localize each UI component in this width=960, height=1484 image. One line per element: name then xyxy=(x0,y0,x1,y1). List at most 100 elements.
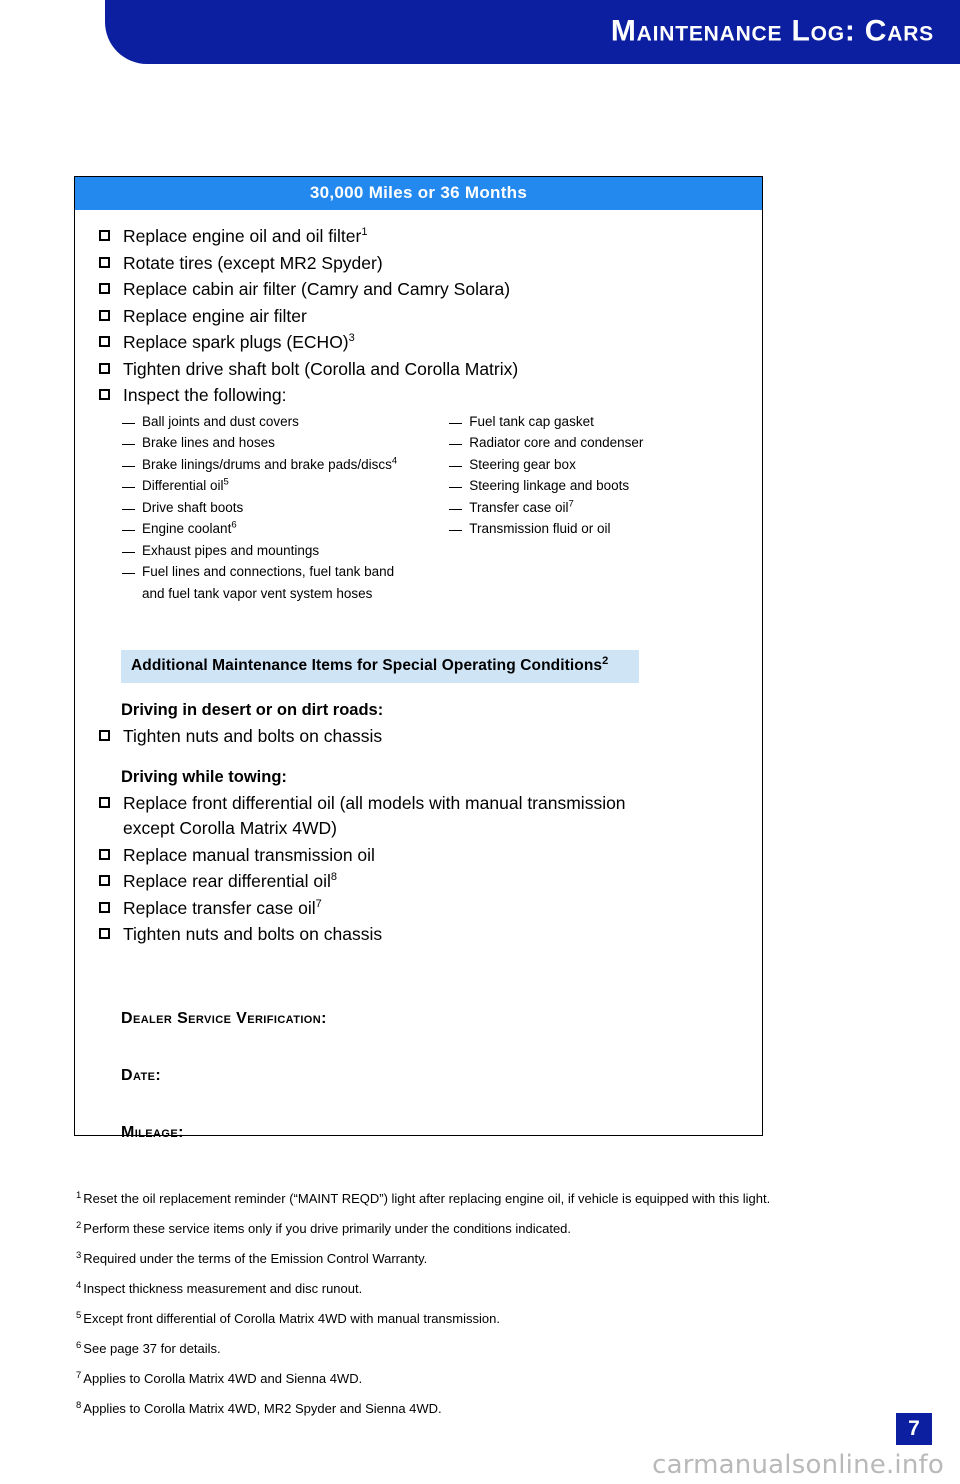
special-conditions-bar: Additional Maintenance Items for Special… xyxy=(121,650,639,683)
checkbox-icon[interactable] xyxy=(99,389,110,400)
inspect-item: Brake linings/drums and brake pads/discs… xyxy=(122,454,449,476)
inspect-label: Differential oil xyxy=(142,478,224,493)
inspect-label-continued: and fuel tank vapor vent system hoses xyxy=(142,585,373,601)
inspect-item: Engine coolant6 xyxy=(122,518,449,540)
log-table-body: Replace engine oil and oil filter1 Rotate… xyxy=(75,210,762,1142)
inspect-item: Differential oil5 xyxy=(122,475,449,497)
maintenance-item: Replace engine oil and oil filter1 xyxy=(99,224,738,250)
towing-label: Replace rear differential oil xyxy=(123,871,331,891)
blank-line-field[interactable] xyxy=(122,465,135,467)
checkbox-icon[interactable] xyxy=(99,309,110,321)
date-label: Date: xyxy=(121,1066,162,1084)
checkbox-icon[interactable] xyxy=(99,230,110,241)
checkbox-icon[interactable] xyxy=(99,256,110,268)
footnotes-section: 1 Reset the oil replacement reminder (“MA… xyxy=(76,1190,896,1430)
watermark: carmanualsonline.info xyxy=(652,1450,944,1480)
inspect-label: Drive shaft boots xyxy=(142,499,244,515)
footnote-ref: 1 xyxy=(361,226,368,239)
checkbox-icon[interactable] xyxy=(99,928,110,939)
footnote-ref: 3 xyxy=(348,332,355,345)
inspect-label: Transmission fluid or oil xyxy=(469,521,611,536)
inspect-item: Ball joints and dust covers xyxy=(122,411,449,433)
blank-line-field[interactable] xyxy=(449,508,463,510)
footnote-number: 4 xyxy=(76,1279,82,1291)
desert-label: Tighten nuts and bolts on chassis xyxy=(123,726,383,746)
maintenance-label: Rotate tires (except MR2 Spyder) xyxy=(123,252,383,273)
blank-line-field[interactable] xyxy=(449,444,463,445)
mileage-label: Mileage: xyxy=(121,1123,184,1141)
footnote-text: Required under the terms of the Emission… xyxy=(83,1251,428,1266)
page-title: Maintenance Log: Cars xyxy=(610,14,934,48)
footnote-ref: 8 xyxy=(330,871,337,884)
towing-item: Tighten nuts and bolts on chassis xyxy=(99,922,738,948)
inspect-item: Transmission fluid or oil xyxy=(449,518,738,540)
checkbox-icon[interactable] xyxy=(99,730,110,741)
blank-line-field[interactable] xyxy=(122,422,135,424)
checkbox-icon[interactable] xyxy=(99,362,110,374)
special-conditions-footnote-ref: 2 xyxy=(602,654,609,667)
towing-label-continued: except Corolla Matrix 4WD) xyxy=(123,818,337,838)
towing-checklist: Replace front differential oil (all mode… xyxy=(99,791,738,948)
inspect-item: Radiator core and condenser xyxy=(449,432,738,454)
page-header-banner: Maintenance Log: Cars xyxy=(105,0,960,64)
footnote: 2 Perform these service items only if you… xyxy=(76,1220,896,1238)
dealer-service-verification-label: Dealer Service Verification: xyxy=(121,1009,327,1027)
blank-line-field[interactable] xyxy=(122,530,135,531)
inspect-label: Brake linings/drums and brake pads/discs xyxy=(142,456,392,472)
footnote-number: 7 xyxy=(76,1369,82,1381)
footnote: 4 Inspect thickness measurement and disc … xyxy=(76,1280,896,1298)
inspect-item: Brake lines and hoses xyxy=(122,432,449,454)
blank-line-field[interactable] xyxy=(449,487,463,488)
blank-line-field[interactable] xyxy=(122,508,135,510)
inspect-item: Drive shaft boots xyxy=(122,497,449,519)
blank-line-field[interactable] xyxy=(122,573,135,574)
inspect-column-right: Fuel tank cap gasket Radiator core and co… xyxy=(449,411,738,605)
footnote-number: 6 xyxy=(76,1339,82,1351)
inspect-item: Steering linkage and boots xyxy=(449,475,738,497)
footnote: 1 Reset the oil replacement reminder (“MA… xyxy=(76,1190,896,1208)
inspect-label: Steering gear box xyxy=(469,456,576,472)
maintenance-label: Replace spark plugs (ECHO) xyxy=(123,332,349,352)
footnote-number: 2 xyxy=(76,1219,82,1231)
desert-item: Tighten nuts and bolts on chassis xyxy=(99,724,738,750)
inspect-item: Fuel lines and connections, fuel tank ba… xyxy=(122,561,449,604)
footnote: 8 Applies to Corolla Matrix 4WD, MR2 Spyd… xyxy=(76,1400,896,1418)
footnote-number: 1 xyxy=(76,1189,82,1201)
footnote-ref: 6 xyxy=(231,519,237,531)
footnote-number: 8 xyxy=(76,1399,82,1411)
inspect-label: Fuel tank cap gasket xyxy=(469,413,594,429)
checkbox-icon[interactable] xyxy=(99,848,110,860)
checkbox-icon[interactable] xyxy=(99,875,110,886)
footnote-text: Applies to Corolla Matrix 4WD, MR2 Spyde… xyxy=(83,1401,442,1416)
maintenance-label: Replace engine air filter xyxy=(123,305,307,326)
towing-item: Replace front differential oil (all mode… xyxy=(99,791,738,842)
checkbox-icon[interactable] xyxy=(99,901,110,913)
blank-line-field[interactable] xyxy=(122,444,135,445)
checkbox-icon[interactable] xyxy=(99,796,110,808)
blank-line-field[interactable] xyxy=(449,530,463,531)
towing-label: Replace manual transmission oil xyxy=(123,844,375,865)
inspect-label: Engine coolant xyxy=(142,521,232,536)
footnote-ref: 4 xyxy=(391,455,398,466)
footnote-text: See page 37 for details. xyxy=(83,1341,221,1356)
inspect-sublist: Ball joints and dust covers Brake lines a… xyxy=(99,411,738,605)
footnote: 6 See page 37 for details. xyxy=(76,1340,896,1358)
maintenance-checklist: Replace engine oil and oil filter1 Rotate… xyxy=(99,224,738,409)
maintenance-log-table: 30,000 Miles or 36 Months Replace engine… xyxy=(74,176,763,1141)
towing-label: Tighten nuts and bolts on chassis xyxy=(123,924,383,944)
desert-driving-checklist: Tighten nuts and bolts on chassis xyxy=(99,724,738,750)
blank-line-field[interactable] xyxy=(122,551,135,553)
inspect-item: Transfer case oil7 xyxy=(449,497,738,519)
inspect-label: Fuel lines and connections, fuel tank ba… xyxy=(142,564,395,579)
footnote: 5 Except front differential of Corolla Ma… xyxy=(76,1310,896,1328)
maintenance-item: Rotate tires (except MR2 Spyder) xyxy=(99,251,738,277)
blank-line-field[interactable] xyxy=(449,422,463,424)
blank-line-field[interactable] xyxy=(122,487,135,488)
footnote: 7 Applies to Corolla Matrix 4WD and Sienn… xyxy=(76,1370,896,1388)
footnote-text: Except front differential of Corolla Mat… xyxy=(83,1311,500,1326)
inspect-item: Exhaust pipes and mountings xyxy=(122,540,449,562)
footnote-ref: 5 xyxy=(223,476,229,488)
checkbox-icon[interactable] xyxy=(99,283,110,294)
blank-line-field[interactable] xyxy=(449,465,463,467)
checkbox-icon[interactable] xyxy=(99,336,110,347)
